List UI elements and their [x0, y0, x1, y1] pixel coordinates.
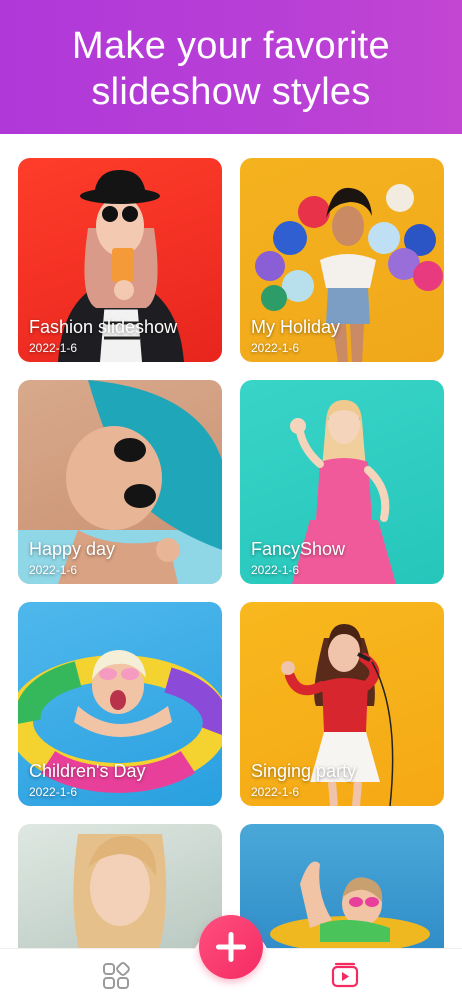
- plus-icon: [216, 932, 246, 962]
- card-title: My Holiday: [251, 317, 341, 337]
- card-title: Fashion slideshow: [29, 317, 178, 337]
- template-card-singing-party[interactable]: Singing party 2022-1-6: [240, 602, 444, 806]
- template-card-fashion[interactable]: Fashion slideshow 2022-1-6: [18, 158, 222, 362]
- card-date: 2022-1-6: [251, 563, 300, 577]
- template-card-holiday[interactable]: My Holiday 2022-1-6: [240, 158, 444, 362]
- template-card-childrens-day[interactable]: Children's Day 2022-1-6: [18, 602, 222, 806]
- add-slideshow-button[interactable]: [199, 915, 263, 979]
- card-date: 2022-1-6: [29, 785, 78, 799]
- title-line-1: Make your favorite: [72, 25, 390, 67]
- card-title: Singing party: [251, 761, 357, 781]
- video-icon[interactable]: [330, 960, 360, 990]
- header-banner: Make your favorite slideshow styles: [0, 0, 462, 134]
- title-line-2: slideshow styles: [91, 71, 371, 113]
- template-card-fancyshow[interactable]: FancyShow 2022-1-6: [240, 380, 444, 584]
- card-title: FancyShow: [251, 539, 346, 559]
- card-date: 2022-1-6: [251, 785, 300, 799]
- card-date: 2022-1-6: [251, 341, 300, 355]
- template-card-8[interactable]: [240, 824, 444, 954]
- card-date: 2022-1-6: [29, 341, 78, 355]
- template-card-happy-day[interactable]: Happy day 2022-1-6: [18, 380, 222, 584]
- woman-portrait-photo: [73, 834, 167, 954]
- page-title: Make your favorite slideshow styles: [72, 23, 390, 115]
- templates-grid-icon[interactable]: [102, 962, 130, 990]
- card-title: Happy day: [29, 539, 116, 559]
- template-card-7[interactable]: [18, 824, 222, 954]
- card-title: Children's Day: [29, 761, 146, 781]
- girl-pool-photo: [270, 861, 430, 952]
- card-date: 2022-1-6: [29, 563, 78, 577]
